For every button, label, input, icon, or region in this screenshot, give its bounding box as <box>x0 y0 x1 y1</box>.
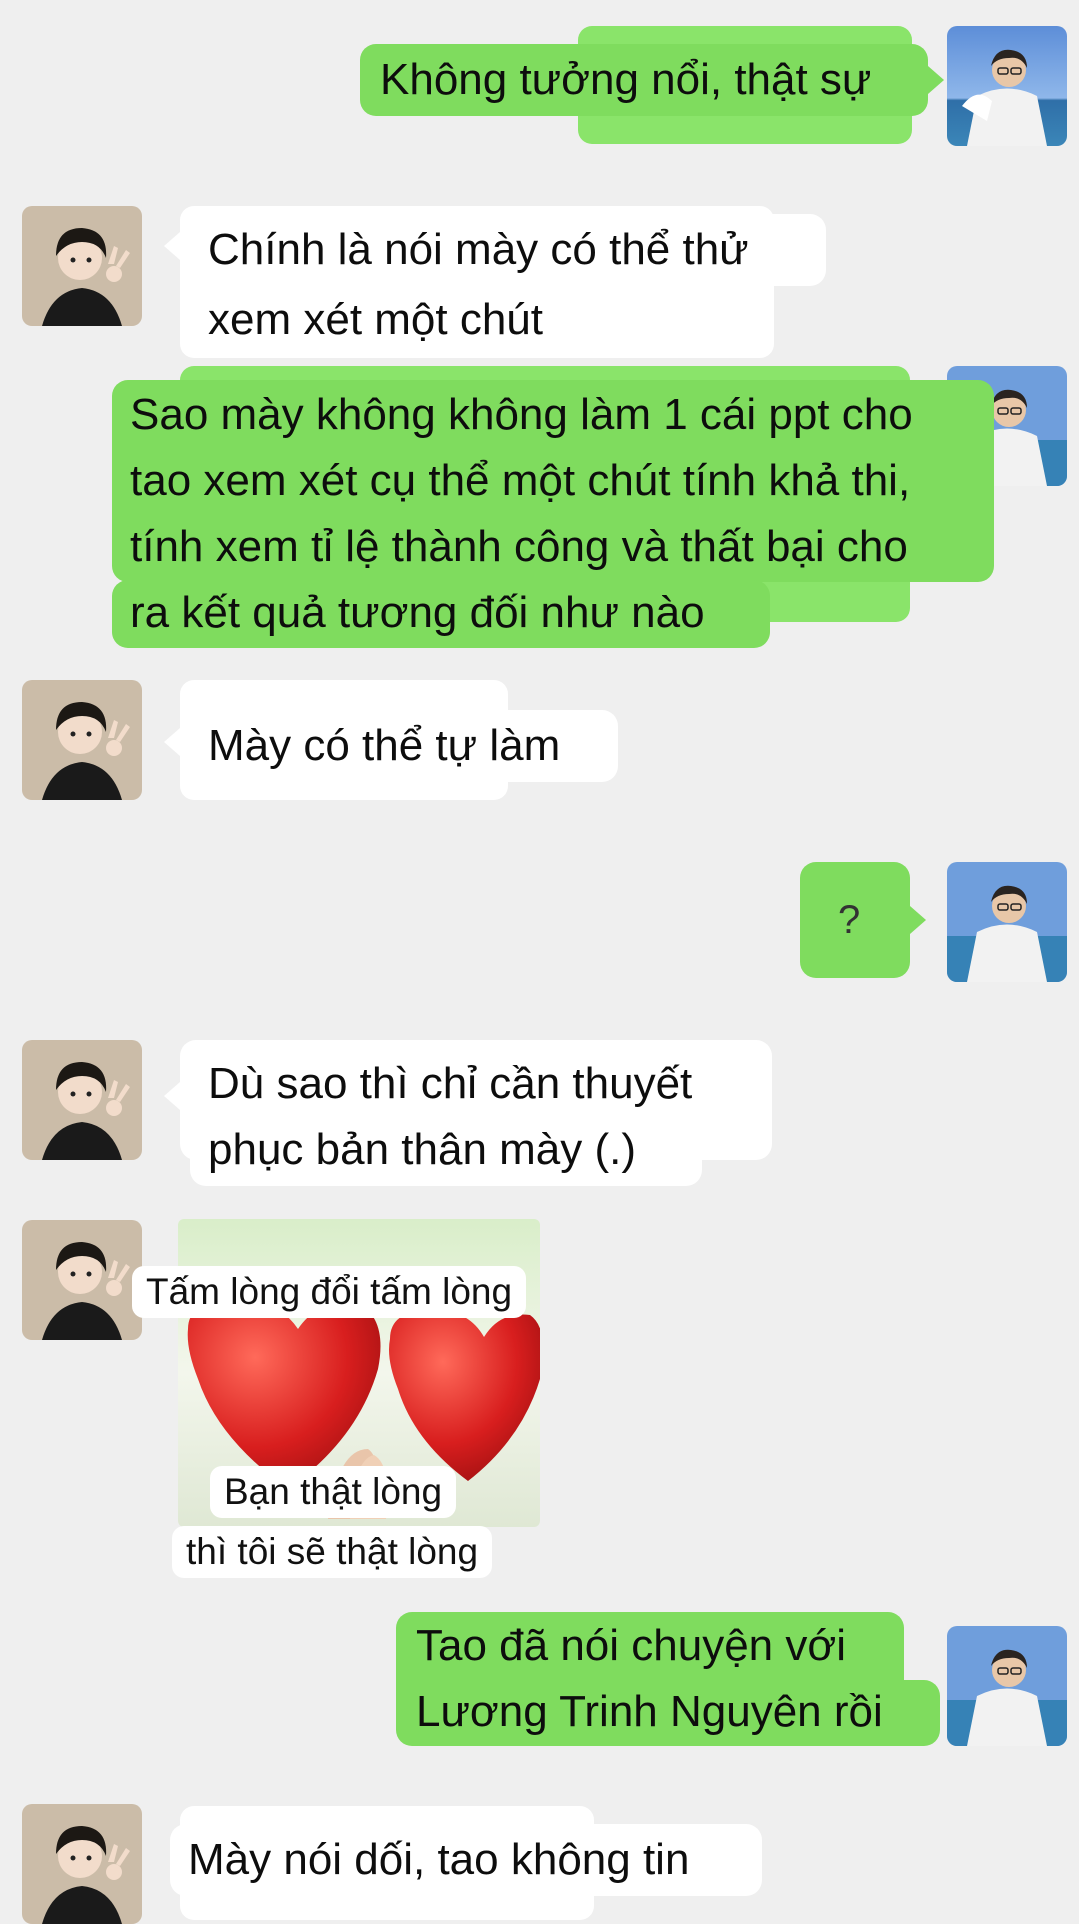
message-text: Mày nói dối, tao không tin <box>188 1835 690 1884</box>
sent-message-bubble-line2: Lương Trinh Nguyên rồi <box>396 1680 940 1746</box>
man-at-sea-avatar-icon <box>947 26 1067 146</box>
sent-message-bubble-line4: ra kết quả tương đối như nào <box>112 580 770 648</box>
man-at-sea-avatar-icon <box>947 862 1067 982</box>
friend-avatar[interactable] <box>22 206 142 326</box>
boy-peace-sign-avatar-icon <box>22 1220 142 1340</box>
received-message-bubble[interactable]: Mày có thể tự làm <box>190 710 618 782</box>
message-text: ? <box>838 898 861 942</box>
my-avatar[interactable] <box>947 1626 1067 1746</box>
message-text: phục bản thân mày (.) <box>208 1125 637 1174</box>
bubble-tail <box>164 1082 180 1110</box>
friend-avatar[interactable] <box>22 1220 142 1340</box>
boy-peace-sign-avatar-icon <box>22 206 142 326</box>
message-text: Sao mày không không làm 1 cái ppt cho <box>130 390 913 439</box>
sticker-caption-bottom: Bạn thật lòng <box>210 1466 457 1518</box>
message-text: tính xem tỉ lệ thành công và thất bại ch… <box>130 522 908 571</box>
received-message-bubble[interactable]: Mày nói dối, tao không tin <box>170 1824 762 1896</box>
boy-peace-sign-avatar-icon <box>22 1040 142 1160</box>
my-avatar[interactable] <box>947 26 1067 146</box>
friend-avatar[interactable] <box>22 680 142 800</box>
message-text: Chính là nói mày có thể thử <box>208 225 749 274</box>
sticker-caption-top: Tấm lòng đổi tấm lòng <box>132 1266 527 1318</box>
boy-peace-sign-avatar-icon <box>22 1804 142 1924</box>
sent-message-bubble[interactable]: Sao mày không không làm 1 cái ppt cho ta… <box>112 380 994 582</box>
received-message-bubble[interactable]: Chính là nói mày có thể thử <box>190 214 826 286</box>
message-text: ra kết quả tương đối như nào <box>130 588 705 637</box>
bubble-tail <box>928 66 944 94</box>
received-message-bubble-line2: xem xét một chút <box>190 284 600 356</box>
message-text: tao xem xét cụ thể một chút tính khả thi… <box>130 456 911 505</box>
my-avatar[interactable] <box>947 862 1067 982</box>
sent-message-bubble[interactable]: ? <box>800 862 910 978</box>
sent-message-bubble[interactable]: Không tưởng nổi, thật sự <box>360 44 928 116</box>
message-text: Không tưởng nổi, thật sự <box>380 55 872 104</box>
friend-avatar[interactable] <box>22 1804 142 1924</box>
message-text: Dù sao thì chỉ cần thuyết <box>208 1059 693 1108</box>
man-at-sea-avatar-icon <box>947 1626 1067 1746</box>
bubble-tail <box>910 906 926 934</box>
message-text: Lương Trinh Nguyên rồi <box>416 1687 883 1736</box>
message-text: Mày có thể tự làm <box>208 721 561 770</box>
sticker-caption-bottom: thì tôi sẽ thật lòng <box>172 1526 493 1578</box>
bubble-tail <box>164 728 180 756</box>
boy-peace-sign-avatar-icon <box>22 680 142 800</box>
received-message-bubble-line2: phục bản thân mày (.) <box>190 1120 702 1186</box>
message-text: xem xét một chút <box>208 295 544 344</box>
bubble-tail <box>164 232 180 260</box>
friend-avatar[interactable] <box>22 1040 142 1160</box>
message-text: Tao đã nói chuyện với <box>416 1621 847 1670</box>
